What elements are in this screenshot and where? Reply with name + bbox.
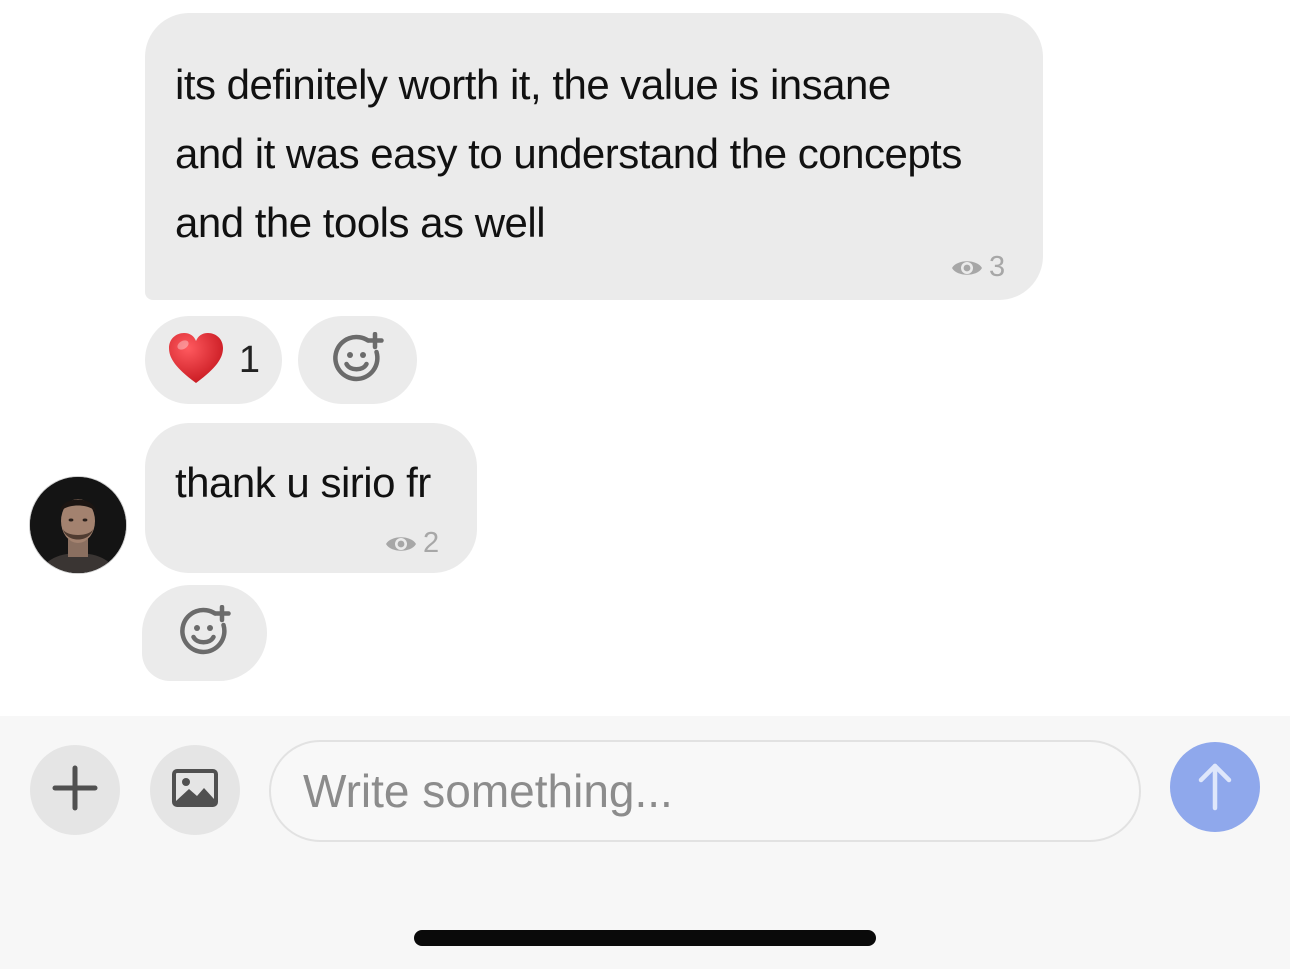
add-reaction-button[interactable] — [142, 585, 267, 681]
eye-icon — [951, 256, 983, 280]
message-input-wrapper — [269, 740, 1141, 842]
message-bubble[interactable]: its definitely worth it, the value is in… — [145, 13, 1043, 300]
view-count-value: 2 — [423, 527, 440, 559]
send-arrow-icon — [1170, 741, 1260, 837]
avatar[interactable] — [30, 477, 126, 573]
message-text-line: its definitely worth it, the value is in… — [175, 61, 891, 108]
add-reaction-icon — [179, 604, 231, 662]
message-text-line: and it was easy to understand the concep… — [175, 130, 962, 177]
message-text-line: and the tools as well — [175, 199, 546, 246]
add-reaction-icon — [332, 331, 384, 389]
view-count: 3 — [951, 251, 1005, 284]
add-reaction-button[interactable] — [298, 316, 417, 404]
message-bubble[interactable]: thank u sirio fr 2 — [145, 423, 477, 573]
heart-emoji-icon — [167, 331, 225, 390]
view-count: 2 — [385, 527, 439, 560]
send-button[interactable] — [1170, 741, 1260, 837]
message-text-line: thank u sirio fr — [175, 459, 431, 506]
chat-area: its definitely worth it, the value is in… — [0, 0, 1290, 716]
image-upload-button[interactable] — [150, 745, 240, 835]
message-composer — [0, 716, 1290, 969]
reaction-count: 1 — [238, 338, 261, 381]
plus-icon — [52, 765, 98, 816]
image-icon — [172, 768, 218, 812]
home-indicator — [414, 930, 876, 946]
eye-icon — [385, 532, 417, 556]
view-count-value: 3 — [989, 251, 1006, 283]
heart-reaction-chip[interactable]: 1 — [145, 316, 282, 404]
add-attachment-button[interactable] — [30, 745, 120, 835]
message-input[interactable] — [303, 742, 1103, 840]
